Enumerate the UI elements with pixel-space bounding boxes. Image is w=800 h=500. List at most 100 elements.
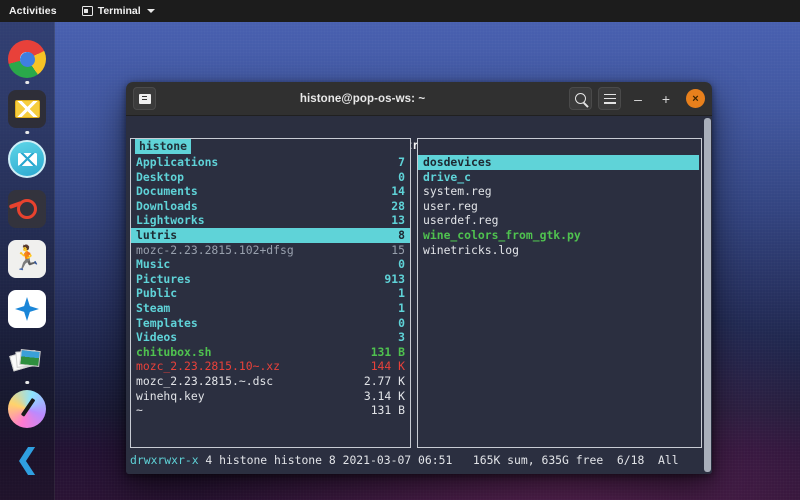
file-row[interactable]: Templates 0 [131,316,410,331]
file-name: Downloads [136,198,198,213]
file-row[interactable]: mozc_2.23.2815.~.dsc 2.77 K [131,374,410,389]
dock-item-google-chrome[interactable] [8,40,46,84]
file-size: 15 [391,242,405,257]
dock-item-runner-app[interactable]: 🏃 [8,240,46,278]
running-indicator [25,80,29,84]
file-size: 28 [391,198,405,213]
activities-button[interactable]: Activities [9,5,57,17]
file-row[interactable]: chitubox.sh 131 B [131,345,410,360]
file-row[interactable]: lutris 8 [131,227,410,243]
file-row[interactable]: user.reg [418,199,701,214]
file-name: ~ [136,403,143,418]
terminal-icon [133,87,156,110]
search-icon [575,93,586,104]
left-panel-rows: Applications 7 Desktop 0 Documents 14 Download… [131,154,410,418]
gnome-top-bar: Activities Terminal [0,0,800,22]
file-size: 13 [391,213,405,228]
file-row[interactable]: system.reg [418,184,701,199]
dock-item-diamond-app[interactable] [8,290,46,328]
status-details: 4 histone histone 8 2021-03-07 06:51 165… [198,452,679,467]
file-size: 1 [398,286,405,301]
file-name: userdef.reg [423,213,499,228]
left-panel[interactable]: histone Applications 7 Desktop 0 Documents 14… [130,138,411,448]
minimize-button[interactable]: – [627,88,649,110]
file-name: winetricks.log [423,242,520,257]
dock-item-blender[interactable] [8,190,46,228]
left-panel-header-row: histone [131,139,410,154]
file-name: drive_c [423,169,472,184]
file-row[interactable]: Documents 14 [131,184,410,199]
file-name: Desktop [136,169,185,184]
file-size: 0 [398,257,405,272]
file-size: 131 B [370,344,405,359]
photos-stack-icon [8,340,46,378]
file-row[interactable]: mozc-2.23.2815.102+dfsg 15 [131,243,410,258]
file-size: 7 [398,155,405,169]
blender-icon [8,190,46,228]
terminal-scrollbar[interactable] [704,118,711,472]
dock-item-photos[interactable] [8,340,46,384]
terminal-window: histone@pop-os-ws: ~ – + × histone@pop-o… [126,82,712,474]
maximize-button[interactable]: + [655,88,677,110]
file-row[interactable]: dosdevices [418,155,699,170]
file-size: 0 [398,315,405,330]
file-size: 0 [398,169,405,184]
diamond-icon [8,290,46,328]
file-row[interactable]: Public 1 [131,286,410,301]
file-size: 3 [398,330,405,345]
file-name: Music [136,257,171,272]
dock-item-mail-blue[interactable] [8,140,46,178]
right-panel-rows: dosdevices drive_c system.reg user.reg userd… [418,154,701,257]
file-name: Applications [136,155,219,169]
dock: 🏃 ❮ [0,22,55,500]
terminal-titlebar[interactable]: histone@pop-os-ws: ~ – + × [126,82,712,116]
file-row[interactable]: Applications 7 [131,155,410,170]
envelope-blue-icon [8,140,46,178]
file-row[interactable]: Downloads 28 [131,199,410,214]
file-size: 2.77 K [363,373,405,388]
dock-item-mail-client[interactable] [8,90,46,134]
file-name: winehq.key [136,388,205,403]
dock-item-vscode[interactable]: ❮ [8,440,46,478]
window-title: histone@pop-os-ws: ~ [299,92,426,105]
file-name: wine_colors_from_gtk.py [423,227,581,242]
envelope-yellow-icon [8,90,46,128]
file-row[interactable]: userdef.reg [418,213,701,228]
left-panel-header: histone [135,139,192,154]
file-row[interactable]: ~131 B [131,403,410,418]
file-size: 8 [398,227,405,242]
running-indicator [25,130,29,134]
search-button[interactable] [569,87,592,110]
file-row[interactable]: wine_colors_from_gtk.py [418,228,701,243]
titlebar-controls: – + × [569,87,705,110]
file-row[interactable]: winehq.key 3.14 K [131,389,410,404]
file-row[interactable]: Steam 1 [131,301,410,316]
file-row[interactable]: Lightworks 13 [131,213,410,228]
file-row[interactable]: drive_c [418,170,701,185]
hamburger-menu-icon [603,93,616,104]
file-name: system.reg [423,184,492,199]
right-panel-header-row [418,139,701,154]
dock-item-krita[interactable] [8,390,46,428]
file-name: Public [136,286,178,301]
file-name: Lightworks [136,213,205,228]
file-size: 1 [398,300,405,315]
file-row[interactable]: Music 0 [131,257,410,272]
close-button[interactable]: × [686,89,705,108]
file-name: mozc_2.23.2815.~.dsc [136,373,274,388]
file-row[interactable]: Desktop 0 [131,170,410,185]
file-row[interactable]: Videos 3 [131,330,410,345]
file-row[interactable]: Pictures 913 [131,272,410,287]
file-name: mozc_2.23.2815.10~.xz [136,359,281,374]
file-name: Videos [136,330,178,345]
file-name: chitubox.sh [136,344,212,359]
file-row[interactable]: mozc_2.23.2815.10~.xz 144 K [131,359,410,374]
menu-button[interactable] [598,87,621,110]
file-name: dosdevices [423,155,492,169]
scrollbar-thumb[interactable] [704,118,711,472]
app-menu-button[interactable]: Terminal [81,5,155,17]
terminal-body[interactable]: histone@pop-os-ws /home/histone/lutris h… [126,116,712,474]
file-row[interactable]: winetricks.log [418,243,701,258]
right-panel[interactable]: dosdevices drive_c system.reg user.reg userd… [417,138,702,448]
file-name: Templates [136,315,198,330]
